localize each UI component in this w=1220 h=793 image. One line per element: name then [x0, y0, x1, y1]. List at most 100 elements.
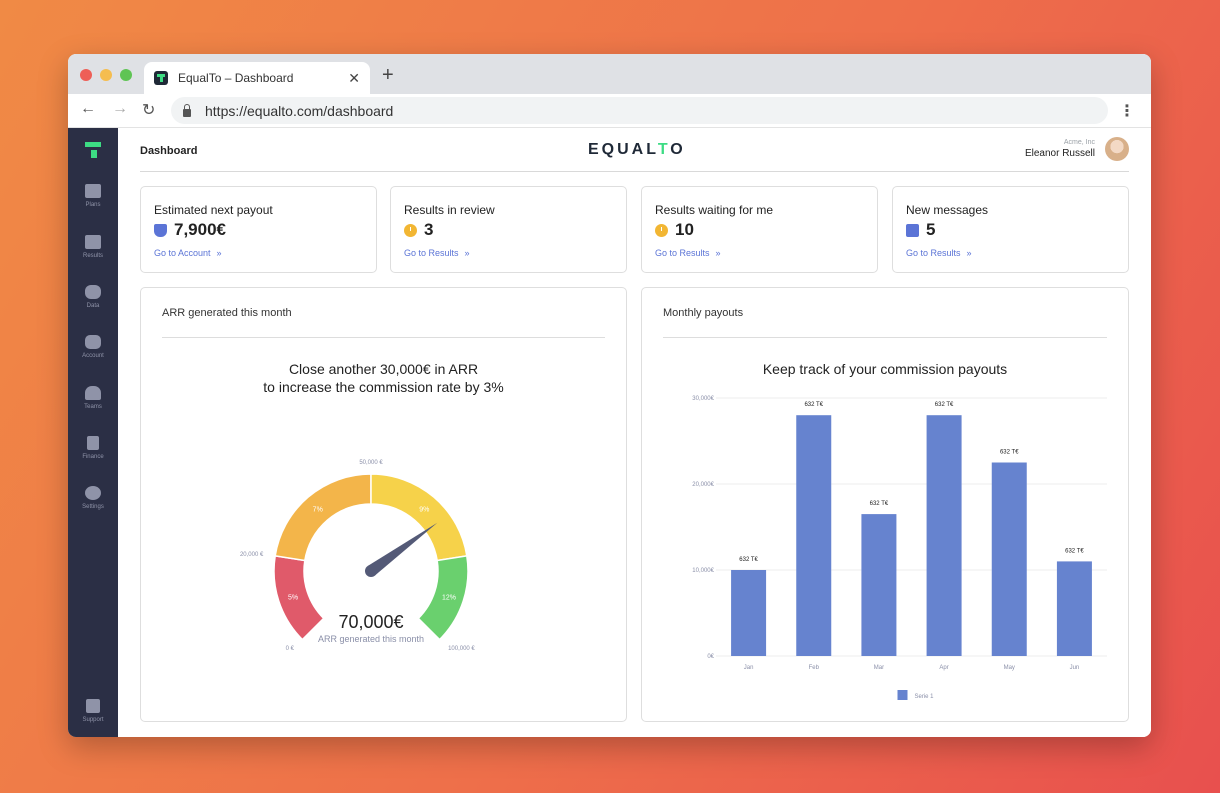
- sidebar-item-label: Plans: [85, 202, 101, 208]
- sidebar-item-teams[interactable]: Teams: [68, 386, 118, 410]
- bar-data-label: 632 T€: [1000, 450, 1019, 456]
- coins-icon: [85, 335, 101, 349]
- bar-data-label: 632 T€: [804, 402, 823, 408]
- trophy-icon: [154, 223, 167, 237]
- browser-menu-icon[interactable]: ⋮: [1119, 101, 1135, 121]
- company-name: Acme, Inc: [1063, 139, 1095, 146]
- sidebar-item-label: Finance: [82, 454, 104, 460]
- forward-arrow-icon[interactable]: →: [112, 100, 128, 118]
- bar-data-label: 632 T€: [739, 557, 758, 563]
- browser-tab[interactable]: EqualTo – Dashboard ✕: [144, 62, 370, 94]
- x-tick-label: Apr: [939, 665, 948, 671]
- legend-label: Serie 1: [915, 694, 935, 700]
- user-name: Eleanor Russell: [1024, 148, 1095, 159]
- sidebar-item-plans[interactable]: Plans: [68, 184, 118, 208]
- sidebar-item-support[interactable]: Support: [68, 699, 118, 723]
- clock-icon: [655, 223, 668, 237]
- gauge-tick-label: 0 €: [286, 646, 295, 652]
- x-tick-label: Mar: [874, 665, 884, 671]
- new-tab-button[interactable]: +: [382, 64, 394, 87]
- sidebar-item-label: Results: [82, 253, 103, 259]
- maximize-window-button[interactable]: [120, 69, 132, 81]
- sidebar-item-settings[interactable]: Settings: [68, 486, 118, 510]
- user-info[interactable]: Acme, Inc Eleanor Russell: [1025, 139, 1095, 159]
- grid-icon: [85, 184, 101, 198]
- gauge-segment-label: 9%: [419, 507, 429, 514]
- x-tick-label: Jun: [1070, 665, 1080, 671]
- reload-icon[interactable]: ↻: [142, 100, 155, 120]
- x-tick-label: Jan: [744, 665, 754, 671]
- sidebar-item-account[interactable]: Account: [68, 335, 118, 359]
- avatar[interactable]: [1105, 137, 1129, 161]
- sidebar-item-label: Support: [82, 717, 104, 723]
- gauge-needle: [365, 522, 438, 577]
- browser-toolbar: ← → ↻ https://equalto.com/dashboard ⋮: [68, 94, 1151, 128]
- sidebar-item-label: Data: [86, 303, 100, 309]
- minimize-window-button[interactable]: [100, 69, 112, 81]
- double-chevron-right-icon: »: [216, 248, 222, 258]
- go-to-results-link[interactable]: Go to Results»: [655, 248, 721, 258]
- gauge-segment-label: 5%: [288, 594, 298, 601]
- tab-title: EqualTo – Dashboard: [178, 71, 294, 85]
- go-to-results-link[interactable]: Go to Results»: [906, 248, 972, 258]
- close-tab-icon[interactable]: ✕: [348, 70, 360, 87]
- bar: [861, 514, 897, 656]
- bar: [731, 570, 767, 656]
- arr-gauge: 5% 7% 9% 12% 0 € 20,000 € 50,000 € 100,000 € 7…: [240, 460, 475, 652]
- gauge-caption: ARR generated this month: [318, 634, 424, 644]
- gauge-segment-label: 7%: [313, 507, 323, 514]
- equalto-favicon-icon: [154, 71, 168, 85]
- bar: [926, 415, 962, 656]
- brand-logo: EQUALTO: [588, 141, 686, 158]
- document-icon: [87, 436, 99, 450]
- close-window-button[interactable]: [80, 69, 92, 81]
- gauge-segment: [273, 554, 325, 641]
- browser-window: EqualTo – Dashboard ✕ + ← → ↻ https://eq…: [68, 54, 1151, 737]
- gauge-tick-label: 100,000 €: [448, 646, 475, 652]
- url-text: https://equalto.com/dashboard: [205, 102, 394, 119]
- bar: [1056, 561, 1092, 656]
- sidebar-item-data[interactable]: Data: [68, 285, 118, 309]
- clock-icon: [404, 223, 417, 237]
- y-tick-label: 10,000€: [692, 568, 714, 574]
- double-chevron-right-icon: »: [464, 248, 470, 258]
- app: Plans Results Data Account Teams Finance: [68, 128, 1151, 737]
- breadcrumb[interactable]: Dashboard: [140, 145, 197, 157]
- sidebar-item-label: Teams: [84, 404, 102, 410]
- kpi-title: Results in review: [404, 203, 495, 217]
- arr-panel: ARR generated this month Close another 3…: [140, 287, 627, 722]
- y-tick-label: 30,000€: [692, 396, 714, 402]
- kpi-value: 5: [906, 220, 935, 240]
- gauge-segment-label: 12%: [442, 594, 456, 601]
- sidebar-item-finance[interactable]: Finance: [68, 436, 118, 460]
- bar: [796, 415, 832, 656]
- sidebar-item-label: Settings: [82, 504, 104, 510]
- y-tick-label: 0€: [707, 654, 714, 660]
- x-tick-label: Feb: [809, 665, 820, 671]
- legend-swatch: [897, 690, 908, 700]
- gauge-segment: [274, 473, 372, 562]
- x-tick-label: May: [1004, 665, 1015, 671]
- gauge-needle-hub: [365, 565, 377, 577]
- sidebar-item-results[interactable]: Results: [68, 235, 118, 259]
- top-bar: Dashboard EQUALTO Acme, Inc Eleanor Russ…: [140, 128, 1129, 172]
- question-icon: [86, 699, 100, 713]
- go-to-account-link[interactable]: Go to Account»: [154, 248, 222, 258]
- y-tick-label: 20,000€: [692, 482, 714, 488]
- double-chevron-right-icon: »: [966, 248, 972, 258]
- address-bar[interactable]: https://equalto.com/dashboard: [171, 97, 1108, 124]
- payouts-panel: Monthly payouts Keep track of your commi…: [641, 287, 1129, 722]
- kpi-card-payout: Estimated next payout 7,900€ Go to Accou…: [140, 186, 377, 273]
- sidebar: Plans Results Data Account Teams Finance: [68, 128, 118, 737]
- payouts-bar-chart: 0€ 10,000€ 20,000€ 30,000€ 632 T€ Jan 632 T€ Fe…: [692, 396, 1107, 700]
- bar-data-label: 632 T€: [1065, 548, 1084, 554]
- equalto-logo-icon[interactable]: [85, 142, 101, 158]
- kpi-card-messages: New messages 5 Go to Results»: [892, 186, 1129, 273]
- back-arrow-icon[interactable]: ←: [80, 100, 96, 118]
- kpi-title: Estimated next payout: [154, 203, 273, 217]
- gauge-value: 70,000€: [338, 612, 403, 632]
- go-to-results-link[interactable]: Go to Results»: [404, 248, 470, 258]
- bar-data-label: 632 T€: [935, 402, 954, 408]
- database-icon: [85, 285, 101, 299]
- lock-icon: [183, 103, 191, 117]
